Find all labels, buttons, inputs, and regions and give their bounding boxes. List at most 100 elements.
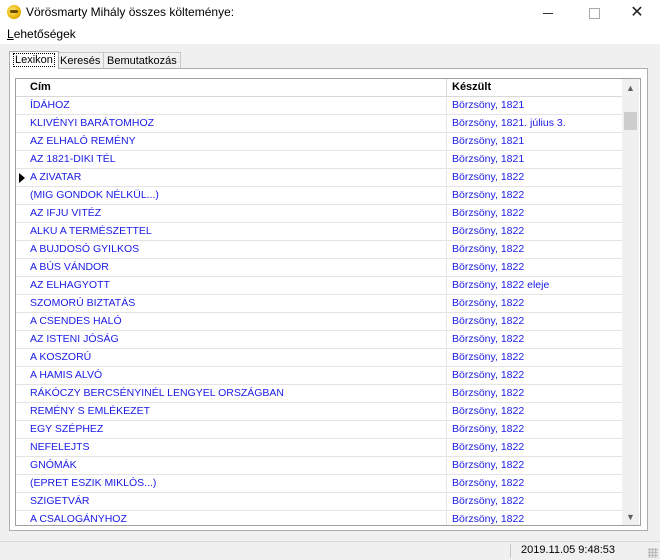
table-row[interactable]: REMÉNY S EMLÉKEZET Börzsöny, 1822 (16, 403, 622, 421)
cell-keszult[interactable]: Börzsöny, 1821. július 3. (452, 117, 566, 129)
scroll-thumb[interactable] (624, 112, 637, 130)
cell-cim[interactable]: A ZIVATAR (30, 171, 81, 183)
table-row[interactable]: (MIG GONDOK NÉLKÜL...) Börzsöny, 1822 (16, 187, 622, 205)
table-row[interactable]: A HAMIS ALVÓ Börzsöny, 1822 (16, 367, 622, 385)
cell-keszult[interactable]: Börzsöny, 1822 (452, 441, 524, 453)
cell-cim[interactable]: REMÉNY S EMLÉKEZET (30, 405, 150, 417)
status-datetime: 2019.11.05 9:48:53 (521, 544, 615, 556)
cell-cim[interactable]: ÍDÁHOZ (30, 99, 70, 111)
table-row[interactable]: A CSENDES HALÓ Börzsöny, 1822 (16, 313, 622, 331)
cell-keszult[interactable]: Börzsöny, 1821 (452, 99, 524, 111)
cell-cim[interactable]: A KOSZORÚ (30, 351, 91, 363)
table-row[interactable]: A CSALOGÁNYHOZ Börzsöny, 1822 (16, 511, 622, 525)
cell-divider (446, 457, 447, 474)
cell-cim[interactable]: A BÚS VÁNDOR (30, 261, 109, 273)
cell-cim[interactable]: AZ IFJU VITÉZ (30, 207, 101, 219)
cell-keszult[interactable]: Börzsöny, 1822 (452, 189, 524, 201)
cell-keszult[interactable]: Börzsöny, 1821 (452, 153, 524, 165)
table-row[interactable]: EGY SZÉPHEZ Börzsöny, 1822 (16, 421, 622, 439)
cell-cim[interactable]: A CSENDES HALÓ (30, 315, 122, 327)
cell-cim[interactable]: A CSALOGÁNYHOZ (30, 513, 127, 525)
cell-cim[interactable]: AZ 1821-DIKI TÉL (30, 153, 116, 165)
table-row[interactable]: NEFELEJTS Börzsöny, 1822 (16, 439, 622, 457)
table-row[interactable]: A BUJDOSÓ GYILKOS Börzsöny, 1822 (16, 241, 622, 259)
cell-divider (446, 133, 447, 150)
cell-keszult[interactable]: Börzsöny, 1822 (452, 405, 524, 417)
cell-cim[interactable]: (MIG GONDOK NÉLKÜL...) (30, 189, 159, 201)
status-divider (510, 544, 511, 558)
vertical-scrollbar[interactable]: ▲ ▼ (622, 79, 639, 525)
tab-bemutatkozas-label: Bemutatkozás (107, 55, 177, 67)
table-row[interactable]: AZ ELHALÓ REMÉNY Börzsöny, 1821 (16, 133, 622, 151)
cell-cim[interactable]: GNÓMÁK (30, 459, 77, 471)
table-row[interactable]: KLIVÉNYI BARÁTOMHOZ Börzsöny, 1821. júliu… (16, 115, 622, 133)
tab-kereses[interactable]: Keresés (56, 52, 105, 69)
cell-cim[interactable]: (EPRET ESZIK MIKLÓS...) (30, 477, 156, 489)
table-row[interactable]: A KOSZORÚ Börzsöny, 1822 (16, 349, 622, 367)
table-row[interactable]: AZ IFJU VITÉZ Börzsöny, 1822 (16, 205, 622, 223)
cell-keszult[interactable]: Börzsöny, 1822 (452, 171, 524, 183)
column-header-cim[interactable]: Cím (30, 81, 51, 93)
cell-cim[interactable]: SZIGETVÁR (30, 495, 90, 507)
tab-lexikon[interactable]: Lexikon (9, 51, 59, 69)
cell-cim[interactable]: SZOMORÚ BIZTATÁS (30, 297, 135, 309)
cell-keszult[interactable]: Börzsöny, 1822 (452, 459, 524, 471)
cell-keszult[interactable]: Börzsöny, 1822 (452, 261, 524, 273)
cell-keszult[interactable]: Börzsöny, 1822 (452, 387, 524, 399)
cell-keszult[interactable]: Börzsöny, 1822 eleje (452, 279, 549, 291)
column-header-keszult[interactable]: Készült (452, 81, 491, 93)
status-bar: 2019.11.05 9:48:53 (0, 541, 660, 560)
cell-keszult[interactable]: Börzsöny, 1822 (452, 207, 524, 219)
title-bar: Vörösmarty Mihály összes költeménye: ✕ (0, 0, 660, 26)
minimize-button[interactable] (525, 0, 571, 26)
menu-bar: Lehetőségek (0, 26, 660, 44)
cell-cim[interactable]: KLIVÉNYI BARÁTOMHOZ (30, 117, 154, 129)
minimize-icon (543, 12, 553, 14)
menu-lehetosegek[interactable]: Lehetőségek (7, 27, 76, 41)
table-row[interactable]: ÍDÁHOZ Börzsöny, 1821 (16, 97, 622, 115)
tab-bemutatkozas[interactable]: Bemutatkozás (103, 52, 181, 69)
cell-keszult[interactable]: Börzsöny, 1821 (452, 135, 524, 147)
close-icon: ✕ (630, 4, 644, 21)
table-row[interactable]: GNÓMÁK Börzsöny, 1822 (16, 457, 622, 475)
cell-divider (446, 259, 447, 276)
table-row[interactable]: ALKU A TERMÉSZETTEL Börzsöny, 1822 (16, 223, 622, 241)
cell-keszult[interactable]: Börzsöny, 1822 (452, 297, 524, 309)
cell-keszult[interactable]: Börzsöny, 1822 (452, 495, 524, 507)
table-row[interactable]: AZ ISTENI JÓSÁG Börzsöny, 1822 (16, 331, 622, 349)
cell-cim[interactable]: AZ ELHALÓ REMÉNY (30, 135, 136, 147)
resize-grip-icon[interactable] (648, 548, 658, 558)
app-icon[interactable] (7, 5, 21, 19)
scroll-down-button[interactable]: ▼ (622, 508, 639, 525)
cell-cim[interactable]: ALKU A TERMÉSZETTEL (30, 225, 152, 237)
cell-cim[interactable]: AZ ELHAGYOTT (30, 279, 110, 291)
table-row[interactable]: AZ 1821-DIKI TÉL Börzsöny, 1821 (16, 151, 622, 169)
cell-cim[interactable]: RÁKÓCZY BERCSÉNYINÉL LENGYEL ORSZÁGBAN (30, 387, 284, 399)
cell-cim[interactable]: A HAMIS ALVÓ (30, 369, 102, 381)
table-row[interactable]: (EPRET ESZIK MIKLÓS...) Börzsöny, 1822 (16, 475, 622, 493)
cell-cim[interactable]: A BUJDOSÓ GYILKOS (30, 243, 139, 255)
cell-keszult[interactable]: Börzsöny, 1822 (452, 351, 524, 363)
poems-grid[interactable]: Cím Készült ÍDÁHOZ Börzsöny, 1821 KLIVÉNYI… (15, 78, 641, 526)
maximize-button[interactable] (571, 0, 617, 26)
table-row[interactable]: A BÚS VÁNDOR Börzsöny, 1822 (16, 259, 622, 277)
cell-cim[interactable]: EGY SZÉPHEZ (30, 423, 103, 435)
scroll-up-button[interactable]: ▲ (622, 79, 639, 96)
cell-keszult[interactable]: Börzsöny, 1822 (452, 423, 524, 435)
cell-keszult[interactable]: Börzsöny, 1822 (452, 333, 524, 345)
cell-cim[interactable]: AZ ISTENI JÓSÁG (30, 333, 119, 345)
cell-keszult[interactable]: Börzsöny, 1822 (452, 315, 524, 327)
column-divider[interactable] (446, 79, 447, 96)
cell-keszult[interactable]: Börzsöny, 1822 (452, 477, 524, 489)
table-row[interactable]: RÁKÓCZY BERCSÉNYINÉL LENGYEL ORSZÁGBAN Bö… (16, 385, 622, 403)
cell-keszult[interactable]: Börzsöny, 1822 (452, 225, 524, 237)
table-row[interactable]: SZOMORÚ BIZTATÁS Börzsöny, 1822 (16, 295, 622, 313)
cell-keszult[interactable]: Börzsöny, 1822 (452, 243, 524, 255)
table-row[interactable]: AZ ELHAGYOTT Börzsöny, 1822 eleje (16, 277, 622, 295)
close-button[interactable]: ✕ (614, 0, 660, 26)
table-row[interactable]: A ZIVATAR Börzsöny, 1822 (16, 169, 622, 187)
cell-keszult[interactable]: Börzsöny, 1822 (452, 369, 524, 381)
cell-cim[interactable]: NEFELEJTS (30, 441, 90, 453)
cell-keszult[interactable]: Börzsöny, 1822 (452, 513, 524, 525)
table-row[interactable]: SZIGETVÁR Börzsöny, 1822 (16, 493, 622, 511)
